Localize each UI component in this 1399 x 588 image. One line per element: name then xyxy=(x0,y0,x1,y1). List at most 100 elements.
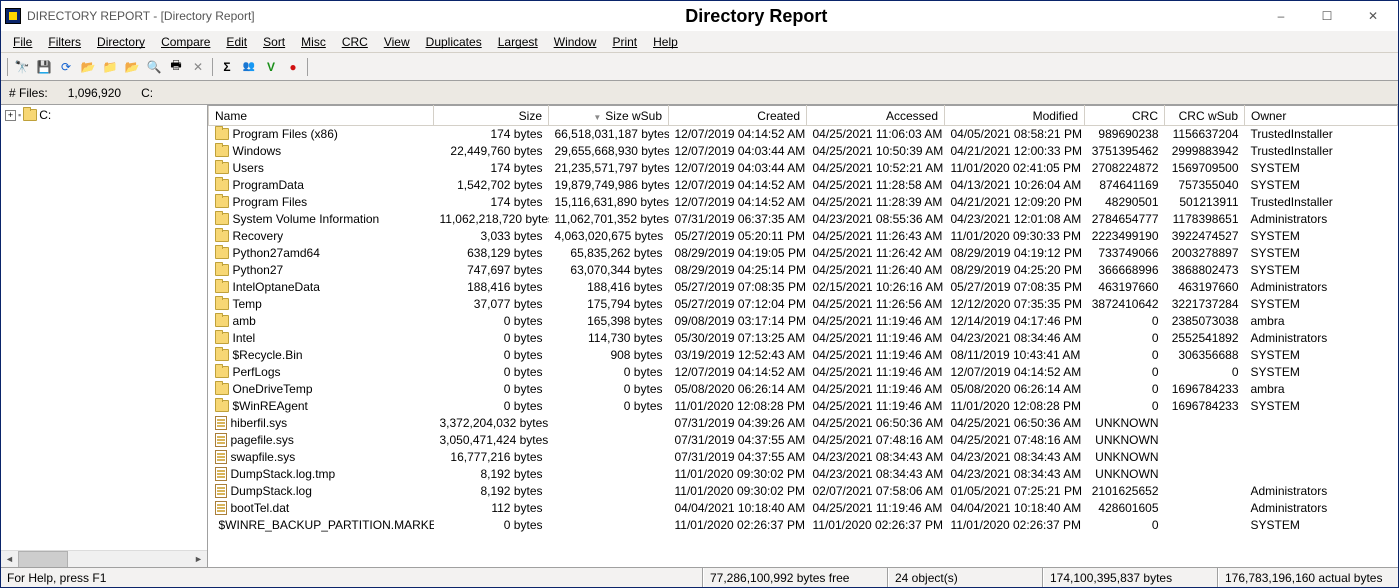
folder-icon[interactable]: 📁 xyxy=(100,57,120,77)
toolbar: 🔭 💾 ⟳ 📂 📁 📂 🔍 🖶 ✕ Σ 👥 V ● xyxy=(1,53,1398,81)
minimize-button[interactable]: – xyxy=(1258,2,1304,30)
compare-icon[interactable]: 👥 xyxy=(239,57,259,77)
table-row[interactable]: $WinREAgent0 bytes0 bytes11/01/2020 12:0… xyxy=(209,398,1398,415)
table-row[interactable]: Temp37,077 bytes175,794 bytes05/27/2019 … xyxy=(209,296,1398,313)
menu-print[interactable]: Print xyxy=(604,33,645,51)
menu-crc[interactable]: CRC xyxy=(334,33,376,51)
scroll-left-icon[interactable]: ◄ xyxy=(1,551,18,568)
cell-crc: 3872410642 xyxy=(1085,296,1165,313)
menu-duplicates[interactable]: Duplicates xyxy=(418,33,490,51)
table-row[interactable]: $Recycle.Bin0 bytes908 bytes03/19/2019 1… xyxy=(209,347,1398,364)
table-row[interactable]: bootTel.dat112 bytes04/04/2021 10:18:40 … xyxy=(209,500,1398,517)
cell-wsub: 63,070,344 bytes xyxy=(549,262,669,279)
menu-sort[interactable]: Sort xyxy=(255,33,293,51)
cell-created: 04/04/2021 10:18:40 AM xyxy=(669,500,807,517)
menu-window[interactable]: Window xyxy=(546,33,605,51)
cell-size: 16,777,216 bytes xyxy=(434,449,549,466)
col-crc-wsub[interactable]: CRC wSub xyxy=(1165,106,1245,126)
table-row[interactable]: DumpStack.log.tmp8,192 bytes11/01/2020 0… xyxy=(209,466,1398,483)
cell-wsub: 175,794 bytes xyxy=(549,296,669,313)
cell-wsub: 66,518,031,187 bytes xyxy=(549,126,669,143)
table-row[interactable]: System Volume Information11,062,218,720 … xyxy=(209,211,1398,228)
refresh-icon[interactable]: ⟳ xyxy=(56,57,76,77)
col-size[interactable]: Size xyxy=(434,106,549,126)
titlebar: DIRECTORY REPORT - [Directory Report] Di… xyxy=(1,1,1398,31)
table-row[interactable]: swapfile.sys16,777,216 bytes07/31/2019 0… xyxy=(209,449,1398,466)
table-row[interactable]: $WINRE_BACKUP_PARTITION.MARKER0 bytes11/… xyxy=(209,517,1398,534)
close-button[interactable]: ✕ xyxy=(1350,2,1396,30)
cell-owner xyxy=(1245,432,1398,449)
file-icon xyxy=(215,467,227,481)
cell-name: $WINRE_BACKUP_PARTITION.MARKER xyxy=(219,518,434,532)
tree-root[interactable]: + ▪ C: xyxy=(5,107,203,123)
table-row[interactable]: Windows22,449,760 bytes29,655,668,930 by… xyxy=(209,143,1398,160)
check-icon[interactable]: V xyxy=(261,57,281,77)
menu-directory[interactable]: Directory xyxy=(89,33,153,51)
cell-modified: 05/08/2020 06:26:14 AM xyxy=(945,381,1085,398)
binoculars-icon[interactable]: 🔭 xyxy=(12,57,32,77)
table-row[interactable]: DumpStack.log8,192 bytes11/01/2020 09:30… xyxy=(209,483,1398,500)
table-row[interactable]: amb0 bytes165,398 bytes09/08/2019 03:17:… xyxy=(209,313,1398,330)
table-row[interactable]: Recovery3,033 bytes4,063,020,675 bytes05… xyxy=(209,228,1398,245)
sigma-icon[interactable]: Σ xyxy=(217,57,237,77)
cell-owner: TrustedInstaller xyxy=(1245,126,1398,143)
cell-crcwsub: 3922474527 xyxy=(1165,228,1245,245)
cell-size: 1,542,702 bytes xyxy=(434,177,549,194)
col-created[interactable]: Created xyxy=(669,106,807,126)
scroll-right-icon[interactable]: ► xyxy=(190,551,207,568)
search-icon[interactable]: 🔍 xyxy=(144,57,164,77)
cell-accessed: 04/25/2021 11:26:43 AM xyxy=(807,228,945,245)
expand-icon[interactable]: + xyxy=(5,110,16,121)
delete-icon[interactable]: ✕ xyxy=(188,57,208,77)
save-icon[interactable]: 💾 xyxy=(34,57,54,77)
menu-largest[interactable]: Largest xyxy=(490,33,546,51)
cell-name: OneDriveTemp xyxy=(233,382,313,396)
menu-view[interactable]: View xyxy=(376,33,418,51)
cell-owner xyxy=(1245,466,1398,483)
table-row[interactable]: Python27747,697 bytes63,070,344 bytes08/… xyxy=(209,262,1398,279)
folder-icon xyxy=(215,366,229,378)
col-crc[interactable]: CRC xyxy=(1085,106,1165,126)
table-row[interactable]: Intel0 bytes114,730 bytes05/30/2019 07:1… xyxy=(209,330,1398,347)
cell-crc: 48290501 xyxy=(1085,194,1165,211)
table-row[interactable]: OneDriveTemp0 bytes0 bytes05/08/2020 06:… xyxy=(209,381,1398,398)
menu-compare[interactable]: Compare xyxy=(153,33,218,51)
table-row[interactable]: pagefile.sys3,050,471,424 bytes07/31/201… xyxy=(209,432,1398,449)
cell-size: 0 bytes xyxy=(434,330,549,347)
table-row[interactable]: Users174 bytes21,235,571,797 bytes12/07/… xyxy=(209,160,1398,177)
table-row[interactable]: Program Files (x86)174 bytes66,518,031,1… xyxy=(209,126,1398,143)
cell-created: 05/27/2019 07:12:04 PM xyxy=(669,296,807,313)
folder-up-icon[interactable]: 📂 xyxy=(78,57,98,77)
col-accessed[interactable]: Accessed xyxy=(807,106,945,126)
cell-created: 08/29/2019 04:25:14 PM xyxy=(669,262,807,279)
maximize-button[interactable]: ☐ xyxy=(1304,2,1350,30)
scroll-thumb[interactable] xyxy=(18,551,68,568)
menu-misc[interactable]: Misc xyxy=(293,33,334,51)
cell-crc: 0 xyxy=(1085,517,1165,534)
table-row[interactable]: hiberfil.sys3,372,204,032 bytes07/31/201… xyxy=(209,415,1398,432)
cell-name: $WinREAgent xyxy=(233,399,308,413)
table-row[interactable]: ProgramData1,542,702 bytes19,879,749,986… xyxy=(209,177,1398,194)
menu-help[interactable]: Help xyxy=(645,33,686,51)
menu-file[interactable]: File xyxy=(5,33,40,51)
print-icon[interactable]: 🖶 xyxy=(166,57,186,77)
cell-crcwsub: 1696784233 xyxy=(1165,398,1245,415)
cell-wsub: 114,730 bytes xyxy=(549,330,669,347)
record-icon[interactable]: ● xyxy=(283,57,303,77)
menu-filters[interactable]: Filters xyxy=(40,33,89,51)
col-owner[interactable]: Owner xyxy=(1245,106,1398,126)
cell-wsub xyxy=(549,466,669,483)
col-size-wsub[interactable]: Size wSub xyxy=(549,106,669,126)
cell-accessed: 04/25/2021 11:19:46 AM xyxy=(807,381,945,398)
cell-accessed: 04/25/2021 11:19:46 AM xyxy=(807,330,945,347)
cell-owner: Administrators xyxy=(1245,211,1398,228)
tree-scrollbar[interactable]: ◄ ► xyxy=(1,550,207,567)
col-modified[interactable]: Modified xyxy=(945,106,1085,126)
table-row[interactable]: PerfLogs0 bytes0 bytes12/07/2019 04:14:5… xyxy=(209,364,1398,381)
table-row[interactable]: IntelOptaneData188,416 bytes188,416 byte… xyxy=(209,279,1398,296)
table-row[interactable]: Program Files174 bytes15,116,631,890 byt… xyxy=(209,194,1398,211)
col-name[interactable]: Name xyxy=(209,106,434,126)
folder-open-icon[interactable]: 📂 xyxy=(122,57,142,77)
menu-edit[interactable]: Edit xyxy=(218,33,255,51)
table-row[interactable]: Python27amd64638,129 bytes65,835,262 byt… xyxy=(209,245,1398,262)
